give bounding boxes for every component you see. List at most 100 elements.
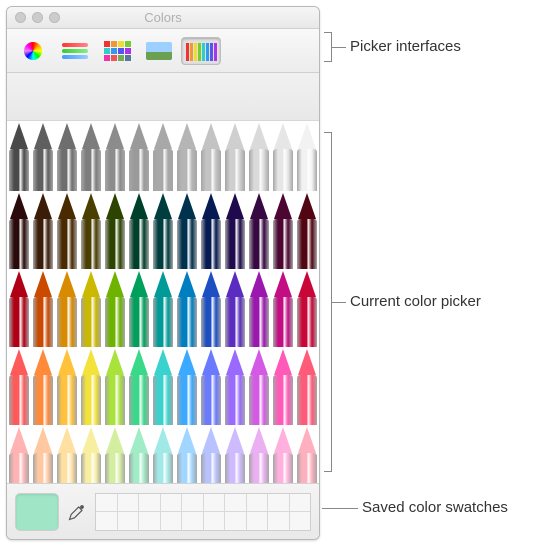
pencil-color[interactable] (103, 425, 127, 483)
pencil-color[interactable] (295, 121, 319, 191)
pencil-color[interactable] (31, 269, 55, 347)
pencil-color[interactable] (199, 191, 223, 269)
pencil-color[interactable] (247, 269, 271, 347)
pencil-color[interactable] (199, 269, 223, 347)
swatch-cell[interactable] (139, 512, 160, 530)
pencil-color[interactable] (103, 347, 127, 425)
pencil-color[interactable] (271, 191, 295, 269)
pencil-color[interactable] (79, 425, 103, 483)
pencil-color[interactable] (271, 347, 295, 425)
pencil-color[interactable] (127, 191, 151, 269)
pencil-color[interactable] (223, 191, 247, 269)
swatch-cell[interactable] (139, 494, 160, 512)
pencil-color[interactable] (103, 191, 127, 269)
image-palettes-picker-tab[interactable] (139, 37, 179, 65)
pencil-color[interactable] (175, 121, 199, 191)
pencil-color[interactable] (7, 121, 31, 191)
pencil-color[interactable] (175, 191, 199, 269)
pencil-color[interactable] (175, 347, 199, 425)
pencil-color[interactable] (31, 121, 55, 191)
eyedropper-icon[interactable] (67, 502, 87, 522)
pencil-color[interactable] (151, 269, 175, 347)
pencil-color[interactable] (175, 425, 199, 483)
swatch-cell[interactable] (182, 494, 203, 512)
pencil-color[interactable] (271, 269, 295, 347)
pencil-row (7, 347, 319, 425)
pencil-color[interactable] (7, 347, 31, 425)
pencils-icon (186, 41, 217, 61)
pencil-color[interactable] (295, 347, 319, 425)
color-sliders-picker-tab[interactable] (55, 37, 95, 65)
pencil-color[interactable] (31, 425, 55, 483)
pencil-color[interactable] (7, 425, 31, 483)
swatch-cell[interactable] (290, 494, 311, 512)
swatch-cell[interactable] (96, 512, 117, 530)
pencil-color[interactable] (199, 121, 223, 191)
pencil-color[interactable] (271, 121, 295, 191)
pencil-color[interactable] (55, 269, 79, 347)
pencil-color[interactable] (79, 121, 103, 191)
swatch-cell[interactable] (268, 512, 289, 530)
pencil-color[interactable] (151, 347, 175, 425)
swatch-cell[interactable] (268, 494, 289, 512)
callout-picker-interfaces: Picker interfaces (350, 38, 461, 55)
pencil-color[interactable] (151, 425, 175, 483)
pencil-color[interactable] (247, 191, 271, 269)
pencil-color[interactable] (295, 425, 319, 483)
color-wheel-picker-tab[interactable] (13, 37, 53, 65)
pencil-color[interactable] (55, 347, 79, 425)
pencil-color[interactable] (295, 269, 319, 347)
swatch-cell[interactable] (225, 512, 246, 530)
pencil-color[interactable] (55, 191, 79, 269)
swatch-cell[interactable] (290, 512, 311, 530)
pencil-color[interactable] (247, 347, 271, 425)
swatch-cell[interactable] (225, 494, 246, 512)
pencil-color[interactable] (55, 121, 79, 191)
swatch-cell[interactable] (182, 512, 203, 530)
pencil-color[interactable] (79, 269, 103, 347)
pencil-color[interactable] (151, 191, 175, 269)
pencil-color[interactable] (55, 425, 79, 483)
saved-swatches-grid[interactable] (95, 493, 311, 531)
callout-line (332, 302, 346, 303)
pencil-color[interactable] (271, 425, 295, 483)
pencil-color[interactable] (295, 191, 319, 269)
pencil-color[interactable] (79, 347, 103, 425)
pencil-color[interactable] (7, 269, 31, 347)
pencil-color[interactable] (223, 425, 247, 483)
pencil-color[interactable] (103, 269, 127, 347)
pencil-color[interactable] (151, 121, 175, 191)
swatch-cell[interactable] (247, 512, 268, 530)
pencil-color[interactable] (127, 425, 151, 483)
pencil-color[interactable] (103, 121, 127, 191)
color-palettes-picker-tab[interactable] (97, 37, 137, 65)
pencil-row (7, 191, 319, 269)
pencil-color[interactable] (223, 347, 247, 425)
pencil-color[interactable] (31, 347, 55, 425)
current-color-swatch[interactable] (15, 493, 59, 531)
pencil-color[interactable] (175, 269, 199, 347)
pencil-color[interactable] (127, 269, 151, 347)
pencil-color[interactable] (223, 269, 247, 347)
pencil-color[interactable] (247, 425, 271, 483)
swatch-cell[interactable] (118, 512, 139, 530)
pencil-color[interactable] (199, 347, 223, 425)
pencils-picker-tab[interactable] (181, 37, 221, 65)
swatch-cell[interactable] (161, 494, 182, 512)
swatch-cell[interactable] (204, 512, 225, 530)
pencil-color[interactable] (199, 425, 223, 483)
swatch-cell[interactable] (161, 512, 182, 530)
swatch-cell[interactable] (118, 494, 139, 512)
pencil-color[interactable] (31, 191, 55, 269)
swatch-cell[interactable] (204, 494, 225, 512)
callout-brace (324, 32, 332, 62)
pencil-color[interactable] (223, 121, 247, 191)
swatch-cell[interactable] (247, 494, 268, 512)
pencil-row (7, 121, 319, 191)
pencil-color[interactable] (7, 191, 31, 269)
pencil-color[interactable] (79, 191, 103, 269)
swatch-cell[interactable] (96, 494, 117, 512)
pencil-color[interactable] (247, 121, 271, 191)
pencil-color[interactable] (127, 121, 151, 191)
pencil-color[interactable] (127, 347, 151, 425)
